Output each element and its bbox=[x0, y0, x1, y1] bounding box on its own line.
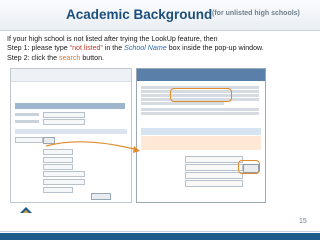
form-field bbox=[43, 187, 73, 193]
instructions: If your high school is not listed after … bbox=[7, 35, 264, 63]
form-label-placeholder bbox=[15, 113, 39, 116]
footer-bar bbox=[0, 233, 320, 240]
form-button bbox=[91, 193, 111, 200]
step1-mid: in the bbox=[102, 44, 125, 53]
banner-divider bbox=[0, 30, 320, 31]
page-title: Academic Background bbox=[66, 7, 213, 22]
school-name-field bbox=[185, 164, 243, 171]
school-lookup-field bbox=[15, 137, 43, 143]
popup-section-bar bbox=[141, 128, 261, 135]
arrow-icon bbox=[45, 141, 140, 153]
instruction-step-2: Step 2: click the search button. bbox=[7, 54, 264, 63]
popup-titlebar bbox=[137, 69, 265, 81]
step1-field: School Name bbox=[124, 44, 167, 53]
step1-prefix: Step 1: please type bbox=[7, 44, 70, 53]
step2-suffix: button. bbox=[80, 53, 105, 62]
popup-field bbox=[185, 180, 243, 187]
page-subtitle: (for unlisted high schools) bbox=[212, 10, 300, 17]
step1-suffix: box inside the pop-up window. bbox=[166, 44, 264, 53]
popup-field bbox=[185, 156, 243, 163]
school-name-highlight bbox=[170, 88, 232, 102]
page-number: 15 bbox=[299, 218, 307, 225]
nova-logo bbox=[7, 206, 47, 232]
footer-divider bbox=[0, 231, 320, 232]
form-field bbox=[43, 112, 85, 118]
instruction-step-1: Step 1: please type “not listed” in the … bbox=[7, 44, 264, 53]
form-field bbox=[43, 119, 85, 125]
popup-warning-placeholder bbox=[141, 136, 261, 150]
nova-logo-mark-icon bbox=[20, 207, 32, 213]
form-label-placeholder bbox=[15, 120, 39, 123]
form-header bbox=[11, 69, 131, 82]
step1-value: “not listed” bbox=[69, 44, 103, 53]
popup-field bbox=[185, 172, 243, 179]
form-section-bar bbox=[15, 103, 125, 109]
search-button-highlight bbox=[238, 160, 260, 174]
step2-prefix: Step 2: click the bbox=[7, 53, 60, 62]
form-field bbox=[43, 171, 85, 177]
instruction-line-1: If your high school is not listed after … bbox=[7, 35, 218, 43]
form-field bbox=[43, 179, 85, 185]
step2-action: search bbox=[59, 53, 81, 62]
